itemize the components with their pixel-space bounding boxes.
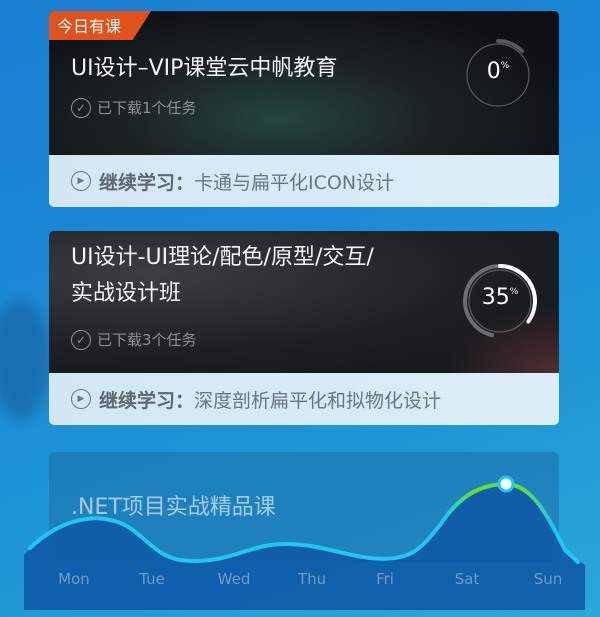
check-circle-icon: ✓ <box>71 97 91 118</box>
course-title-line: 实战设计班 <box>71 281 182 306</box>
progress-value: 35% <box>460 285 540 310</box>
course-title-line: UI设计-UI理论/配色/原型/交互/ <box>71 245 374 270</box>
today-badge: 今日有课 <box>49 11 152 40</box>
continue-label: 继续学习： <box>99 389 195 412</box>
progress-number: 0 <box>486 59 501 84</box>
download-status-text: 已下载3个任务 <box>97 331 197 349</box>
percent-sign: % <box>509 287 519 297</box>
day-label-tue: Tue <box>139 570 165 588</box>
course-card-header[interactable]: 今日有课 UI设计–VIP课堂云中帆教育 ✓ 已下载1个任务 0% <box>49 11 559 155</box>
progress-ring: 0% <box>458 35 538 115</box>
day-label-wed: Wed <box>217 570 251 588</box>
course-card[interactable]: 今日有课 UI设计–VIP课堂云中帆教育 ✓ 已下载1个任务 0% ▶ 继续学习… <box>49 11 559 207</box>
course-card[interactable]: UI设计-UI理论/配色/原型/交互/ 实战设计班 ✓ 已下载3个任务 35% … <box>49 231 559 425</box>
wave-area <box>24 484 585 617</box>
play-circle-icon: ▶ <box>71 389 91 409</box>
check-circle-icon: ✓ <box>71 329 91 350</box>
course-card-header[interactable]: UI设计-UI理论/配色/原型/交互/ 实战设计班 ✓ 已下载3个任务 35% <box>49 231 559 373</box>
course-title: UI设计–VIP课堂云中帆教育 <box>71 56 338 81</box>
progress-number: 35 <box>481 285 510 310</box>
course-title: UI设计-UI理论/配色/原型/交互/ 实战设计班 <box>71 240 374 312</box>
continue-learning-link[interactable]: ▶ 继续学习： 卡通与扁平化ICON设计 <box>49 155 559 207</box>
progress-value: 0% <box>458 59 538 84</box>
continue-lesson: 深度剖析扁平化和拟物化设计 <box>194 389 442 412</box>
day-axis: Mon Tue Wed Thu Fri Sat Sun <box>24 570 585 592</box>
weekly-activity-wave <box>24 475 585 617</box>
play-circle-icon: ▶ <box>71 171 91 191</box>
continue-label: 继续学习： <box>99 171 195 194</box>
download-status: ✓ 已下载3个任务 <box>71 329 197 350</box>
day-label-sun: Sun <box>533 570 563 588</box>
progress-ring: 35% <box>460 261 540 341</box>
day-label-mon: Mon <box>58 570 90 588</box>
highlight-point <box>497 475 515 493</box>
day-label-sat: Sat <box>454 570 480 588</box>
download-status: ✓ 已下载1个任务 <box>71 97 197 118</box>
continue-learning-link[interactable]: ▶ 继续学习： 深度剖析扁平化和拟物化设计 <box>49 373 559 425</box>
day-label-fri: Fri <box>376 570 394 588</box>
percent-sign: % <box>500 61 510 71</box>
day-label-thu: Thu <box>297 570 327 588</box>
background-decoration <box>0 300 50 420</box>
continue-lesson: 卡通与扁平化ICON设计 <box>194 171 395 194</box>
download-status-text: 已下载1个任务 <box>97 99 197 117</box>
